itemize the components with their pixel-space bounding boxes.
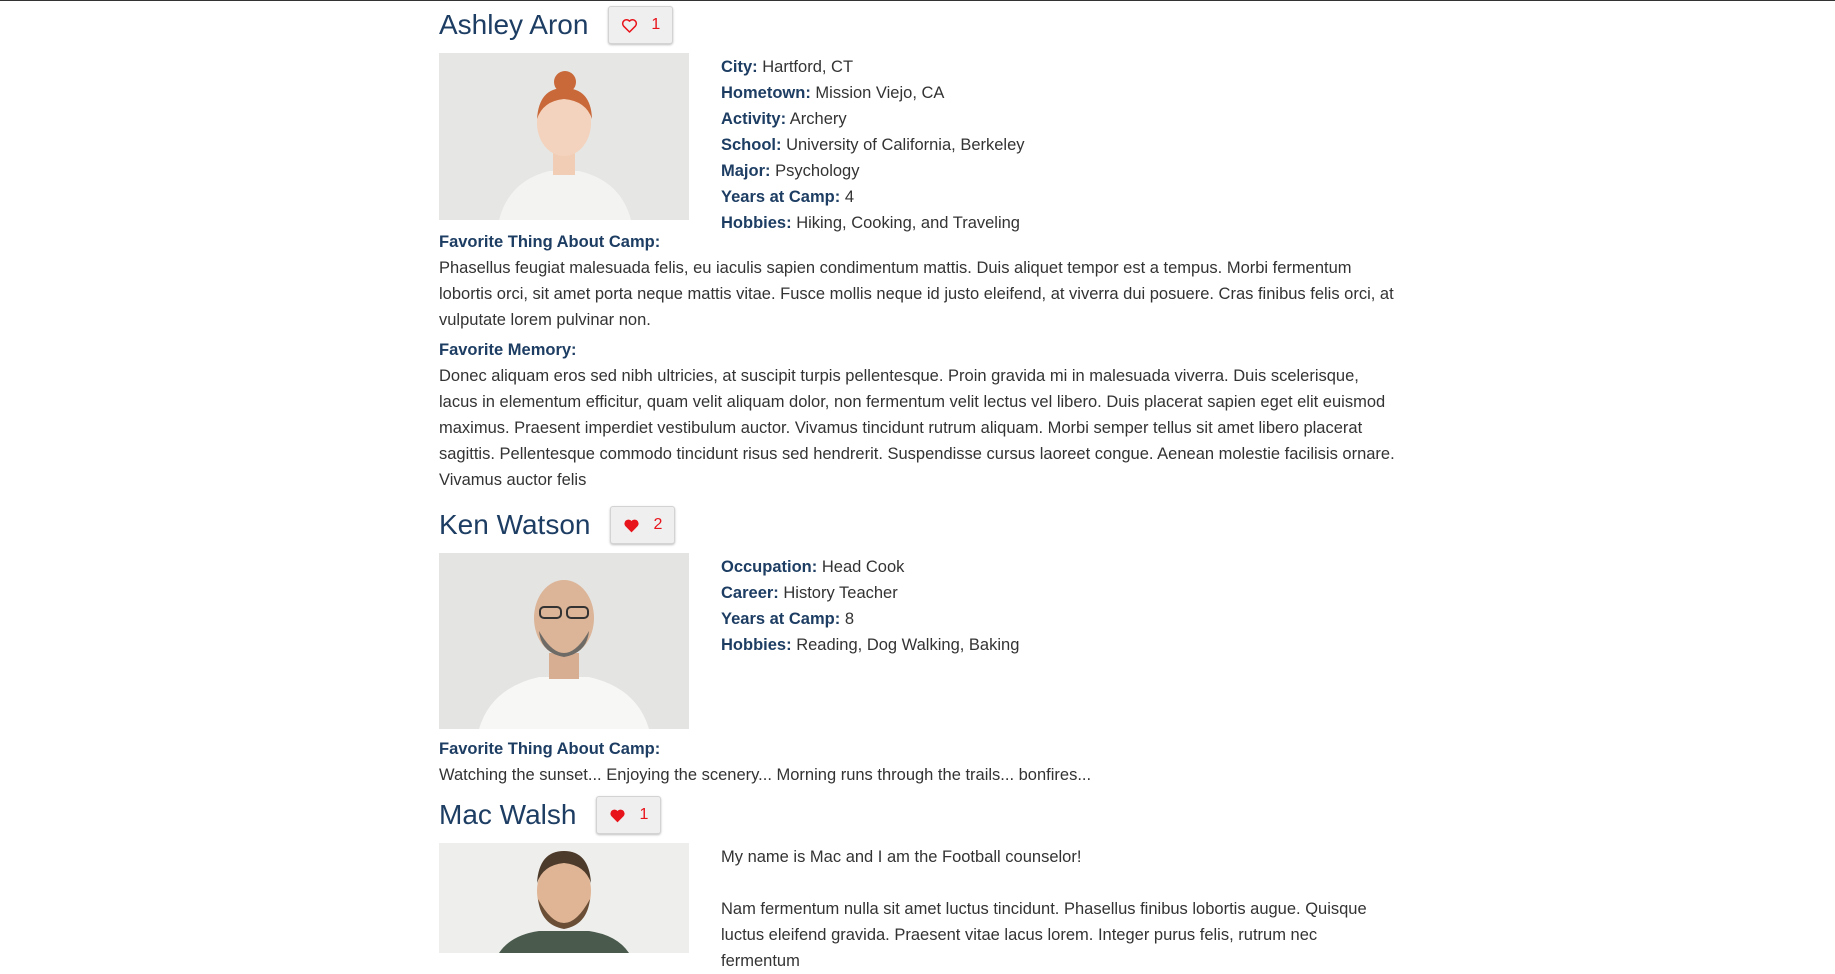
profile-header: Ken Watson 2: [439, 500, 1399, 550]
like-button[interactable]: 1: [596, 796, 662, 834]
profile-header: Mac Walsh 1: [439, 790, 1399, 840]
heart-filled-icon: [609, 808, 626, 823]
like-count: 2: [653, 516, 663, 533]
favorite-thing-text: Watching the sunset... Enjoying the scen…: [439, 766, 1092, 784]
profile-intro: My name is Mac and I am the Football cou…: [721, 848, 1082, 866]
favorite-memory-text: Donec aliquam eros sed nibh ultricies, a…: [439, 367, 1395, 489]
profile-card: Ken Watson 2 Occupation: Head Cook Caree…: [439, 500, 1399, 788]
profile-bio: My name is Mac and I am the Football cou…: [721, 843, 1381, 974]
heart-filled-icon: [623, 518, 640, 533]
profile-photo: [439, 53, 689, 220]
favorite-thing-label: Favorite Thing About Camp:: [439, 740, 661, 758]
favorite-memory-label: Favorite Memory:: [439, 341, 577, 359]
favorite-thing-text: Phasellus feugiat malesuada felis, eu ia…: [439, 259, 1394, 329]
profile-card: Mac Walsh 1 My name is Mac and I am the …: [439, 790, 1399, 974]
profile-name: Ashley Aron: [439, 9, 589, 40]
detail-years-at-camp: Years at Camp: 4: [721, 188, 855, 206]
detail-school: School: University of California, Berkel…: [721, 136, 1025, 154]
detail-career: Career: History Teacher: [721, 584, 898, 602]
profile-name: Ken Watson: [439, 509, 591, 540]
profile-details: Occupation: Head Cook Career: History Te…: [721, 553, 1019, 729]
profile-name: Mac Walsh: [439, 799, 577, 830]
profile-bio-text: Nam fermentum nulla sit amet luctus tinc…: [721, 900, 1367, 970]
like-count: 1: [639, 806, 649, 823]
detail-hobbies: Hobbies: Hiking, Cooking, and Traveling: [721, 214, 1020, 232]
detail-occupation: Occupation: Head Cook: [721, 558, 905, 576]
like-count: 1: [651, 16, 661, 33]
detail-activity: Activity: Archery: [721, 110, 847, 128]
like-button[interactable]: 1: [608, 6, 674, 44]
detail-hometown: Hometown: Mission Viejo, CA: [721, 84, 945, 102]
like-button[interactable]: 2: [610, 506, 676, 544]
profile-photo: [439, 843, 689, 953]
profile-details: City: Hartford, CT Hometown: Mission Vie…: [721, 53, 1025, 232]
detail-years-at-camp: Years at Camp: 8: [721, 610, 855, 628]
profile-card: Ashley Aron 1 City: Hartford, CT Hometow…: [439, 0, 1399, 493]
detail-city: City: Hartford, CT: [721, 58, 854, 76]
profile-photo: [439, 553, 689, 729]
profile-header: Ashley Aron 1: [439, 0, 1399, 50]
counselor-list: Ashley Aron 1 City: Hartford, CT Hometow…: [439, 0, 1399, 974]
detail-hobbies: Hobbies: Reading, Dog Walking, Baking: [721, 636, 1020, 654]
heart-outline-icon: [621, 18, 638, 33]
detail-major: Major: Psychology: [721, 162, 860, 180]
